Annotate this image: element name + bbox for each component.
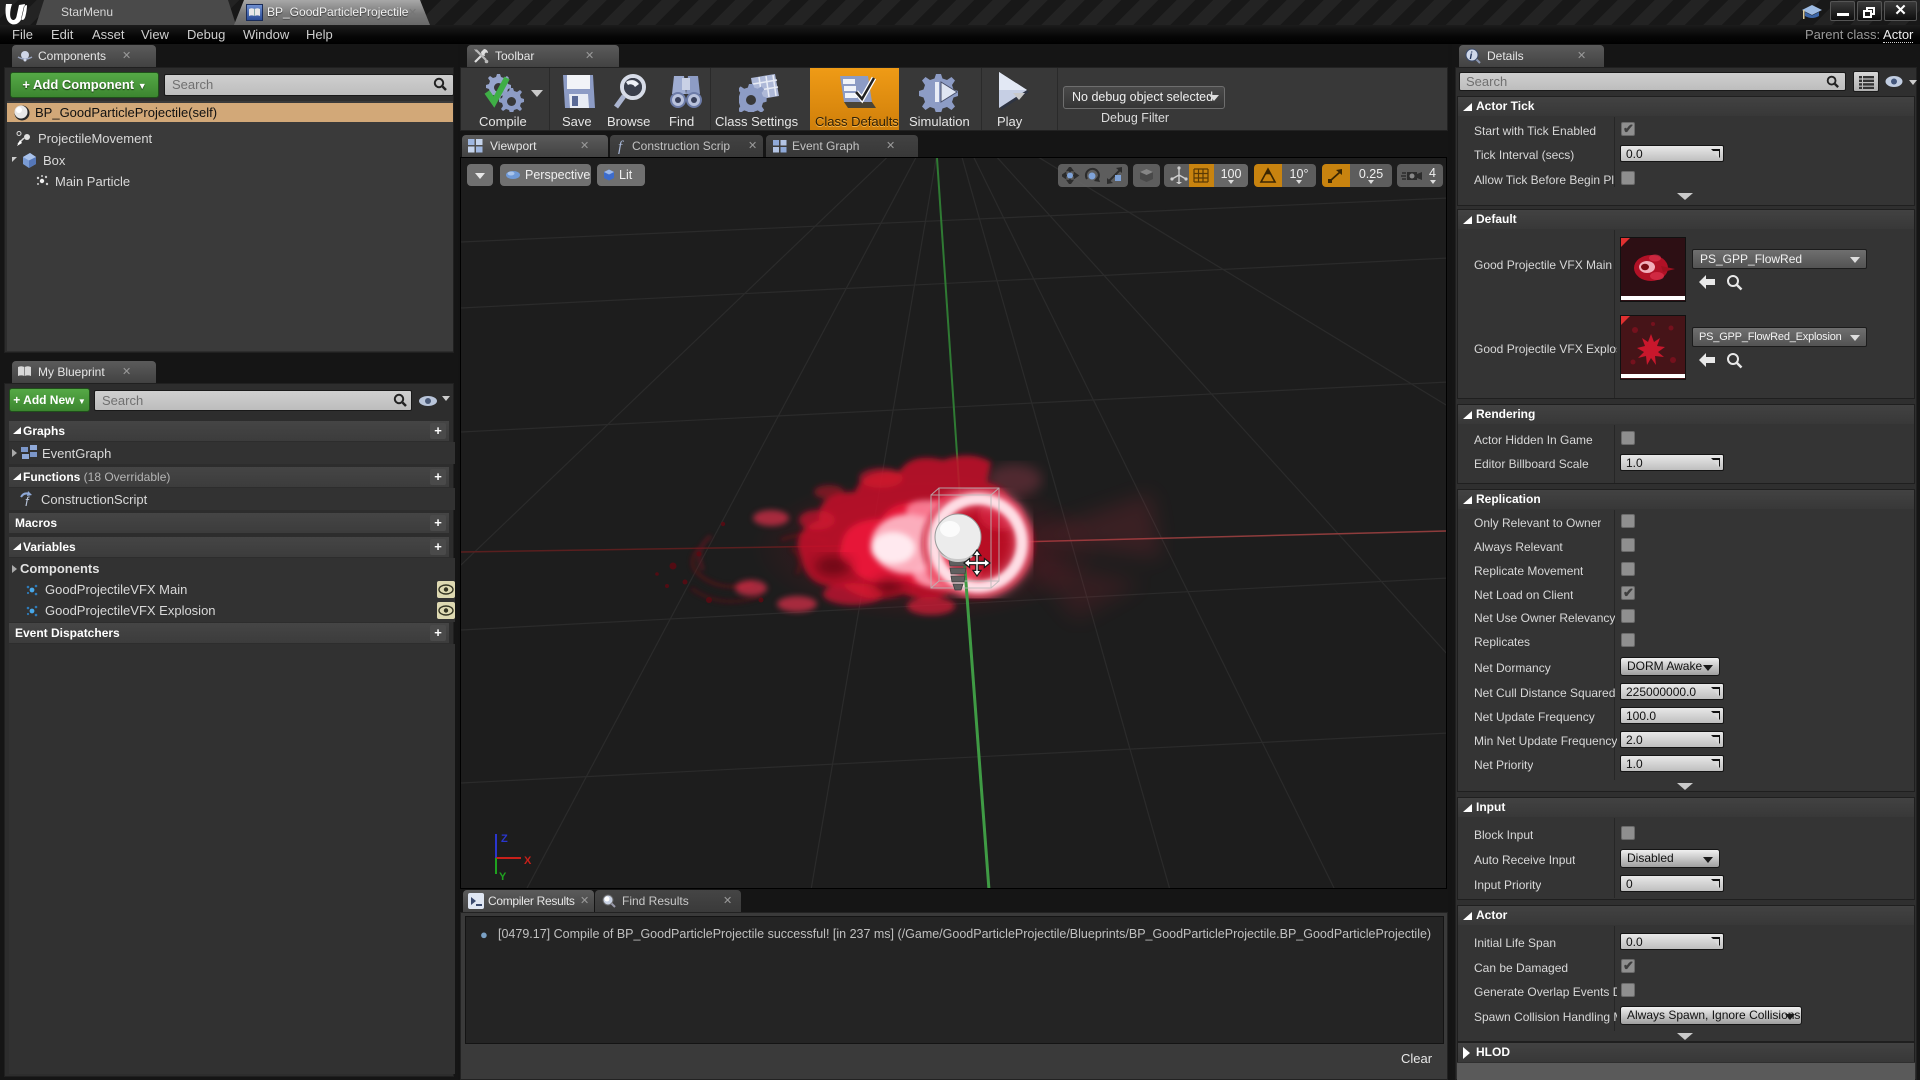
svg-text:f: f <box>25 494 30 508</box>
svg-text:Y: Y <box>499 871 507 883</box>
svg-text:i: i <box>1470 51 1473 62</box>
svg-text:X: X <box>524 855 532 867</box>
svg-text:Z: Z <box>501 833 508 845</box>
